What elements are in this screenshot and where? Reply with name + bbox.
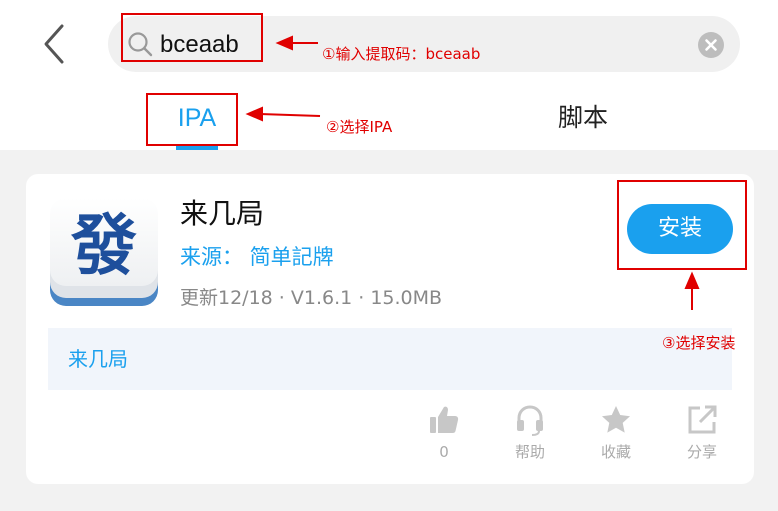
clear-icon[interactable] [698, 32, 724, 58]
app-icon-glyph: 發 [70, 206, 137, 284]
annotation-box-install [617, 180, 747, 270]
favorite-button[interactable]: 收藏 [586, 404, 646, 470]
favorite-label: 收藏 [600, 443, 631, 461]
annotation-step2: ②选择IPA [326, 118, 393, 136]
annotation-step1: ①输入提取码：bceaab [322, 45, 481, 63]
description-text: 来几局 [68, 347, 128, 371]
annotation-step3: ③选择安装 [662, 334, 736, 352]
app-icon[interactable]: 發 [48, 196, 160, 308]
help-button[interactable]: 帮助 [500, 404, 560, 470]
thumbs-up-icon [430, 406, 459, 433]
annotation-box-ipa [146, 93, 238, 146]
app-name[interactable]: 来几局 [180, 196, 264, 232]
app-source[interactable]: 来源： 简单記牌 [180, 242, 334, 272]
share-button[interactable]: 分享 [672, 404, 732, 470]
app-store-page: bceaab IPA 脚本 發 来几局 来源： 简单記牌 更新12/18 · V… [0, 0, 778, 511]
app-meta: 更新12/18 · V1.6.1 · 15.0MB [180, 287, 443, 309]
back-icon[interactable] [40, 22, 70, 66]
share-label: 分享 [686, 443, 717, 461]
annotation-box-search [121, 13, 263, 62]
share-icon [688, 405, 717, 434]
description-box [48, 328, 732, 390]
star-icon [602, 406, 630, 433]
like-button[interactable]: 0 [414, 404, 474, 470]
headset-icon [517, 405, 543, 436]
tab-script[interactable]: 脚本 [540, 96, 626, 140]
like-count: 0 [439, 443, 449, 461]
help-label: 帮助 [514, 443, 545, 461]
